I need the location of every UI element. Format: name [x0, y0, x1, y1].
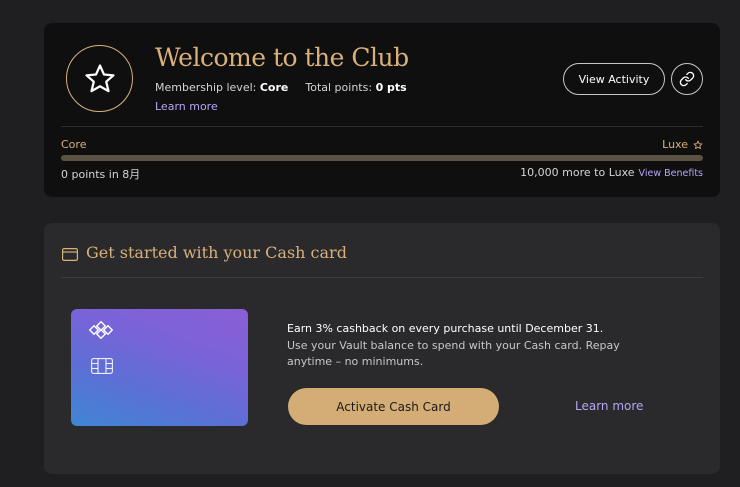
points-in-month: 0 points in 8月 — [61, 168, 141, 181]
cash-card-image — [71, 309, 248, 426]
link-icon — [679, 71, 695, 87]
next-tier: Luxe — [662, 138, 703, 151]
membership-info: Membership level: Core Total points: 0 p… — [155, 81, 407, 94]
card-chip-icon — [91, 358, 113, 378]
credit-card-icon — [62, 246, 79, 265]
star-icon — [66, 45, 133, 112]
divider — [61, 277, 703, 278]
view-benefits-link[interactable]: View Benefits — [639, 168, 703, 179]
learn-more-link[interactable]: Learn more — [575, 399, 643, 413]
small-star-icon — [693, 140, 703, 149]
activate-cash-card-button[interactable]: Activate Cash Card — [288, 388, 499, 425]
membership-value: Core — [259, 81, 289, 94]
view-activity-button[interactable]: View Activity — [563, 63, 665, 95]
divider — [61, 126, 703, 127]
points-label: Total points: — [305, 81, 373, 94]
membership-label: Membership level: — [155, 81, 257, 94]
next-tier-label: Luxe — [662, 138, 688, 151]
current-tier-label: Core — [61, 138, 87, 151]
cashback-offer: Earn 3% cashback on every purchase until… — [287, 322, 604, 335]
cash-card-title: Get started with your Cash card — [86, 243, 347, 262]
card-logo-icon — [88, 320, 114, 347]
points-to-next-tier: 10,000 more to Luxe View Benefits — [520, 166, 703, 179]
more-to-next-text: 10,000 more to Luxe — [520, 166, 635, 179]
tier-progress-bar — [61, 155, 703, 161]
club-panel: Welcome to the Club Membership level: Co… — [44, 23, 720, 197]
cash-card-description: Use your Vault balance to spend with you… — [287, 339, 620, 368]
share-link-button[interactable] — [671, 63, 703, 95]
learn-more-link[interactable]: Learn more — [155, 100, 218, 113]
points-value: 0 pts — [375, 81, 407, 94]
welcome-title: Welcome to the Club — [155, 43, 409, 72]
cash-card-panel: Get started with your Cash card Earn 3% — [44, 223, 720, 474]
